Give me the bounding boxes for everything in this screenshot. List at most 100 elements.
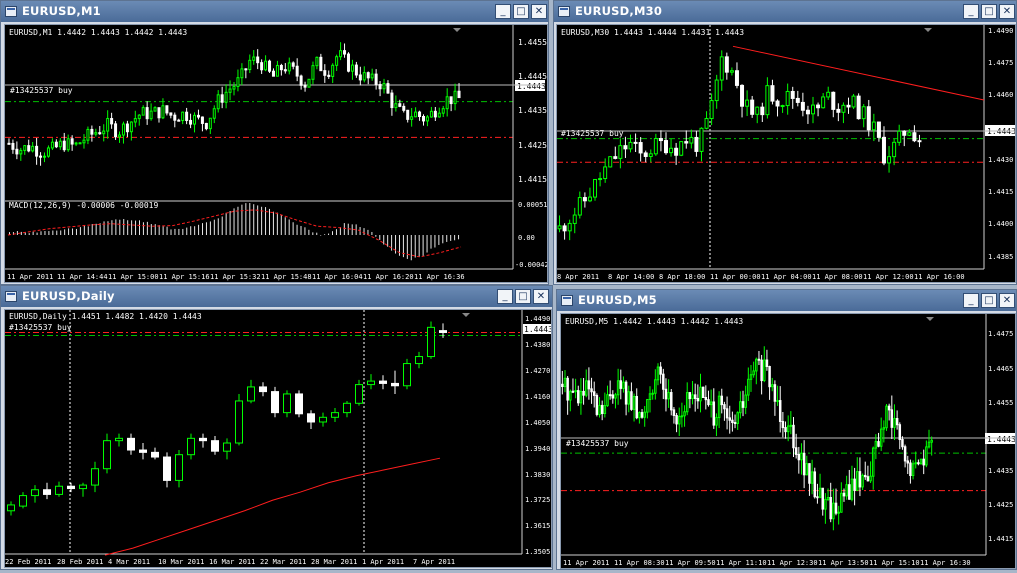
candle-body bbox=[327, 74, 331, 77]
chart-window-eurusd-m1[interactable]: EURUSD,M1 _ □ ✕ EURUSD,M1 1.4442 1.4443 … bbox=[0, 0, 549, 285]
chart-window-eurusd-daily[interactable]: EURUSD,Daily _ □ ✕ EURUSD,Daily 1.4451 1… bbox=[0, 285, 553, 570]
chart-area[interactable]: EURUSD,Daily 1.4451 1.4482 1.4420 1.4443… bbox=[4, 309, 553, 568]
time-axis-label: 8 Apr 2011 bbox=[557, 273, 599, 281]
chart-shift-marker bbox=[453, 28, 461, 32]
candle-body bbox=[653, 138, 658, 155]
maximize-button[interactable]: □ bbox=[513, 4, 529, 19]
close-button[interactable]: ✕ bbox=[999, 293, 1015, 308]
candle-body bbox=[750, 99, 755, 115]
candle-body bbox=[848, 484, 851, 500]
chart-window-icon bbox=[5, 6, 17, 17]
candle-body bbox=[907, 132, 912, 136]
candle-body bbox=[366, 72, 370, 79]
price-chart-svg[interactable]: EURUSD,M5 1.4442 1.4443 1.4442 1.4443 #1… bbox=[561, 314, 1016, 568]
chart-window-icon bbox=[558, 6, 570, 17]
candle-body bbox=[677, 415, 681, 425]
candle-body bbox=[776, 400, 779, 403]
chart-window-eurusd-m5[interactable]: EURUSD,M5 _ □ ✕ EURUSD,M5 1.4442 1.4443 … bbox=[556, 289, 1017, 570]
candle-body bbox=[121, 123, 125, 136]
candle-body bbox=[778, 400, 782, 422]
time-axis-label: 11 Apr 16:30 bbox=[920, 559, 971, 567]
candle-body bbox=[54, 141, 58, 148]
candle-body bbox=[914, 462, 917, 465]
candle-body bbox=[175, 454, 183, 481]
candle-body bbox=[736, 412, 739, 424]
candle-body bbox=[877, 441, 880, 447]
time-axis-label: 7 Apr 2011 bbox=[413, 558, 455, 566]
candle-body bbox=[319, 416, 327, 423]
chart-area[interactable]: EURUSD,M1 1.4442 1.4443 1.4442 1.4443 #1… bbox=[4, 24, 549, 283]
minimize-button[interactable]: _ bbox=[963, 4, 979, 19]
close-button[interactable]: ✕ bbox=[531, 4, 547, 19]
candle-body bbox=[157, 107, 161, 119]
candle-body bbox=[562, 225, 567, 232]
price-axis-label: 1.4380 bbox=[525, 341, 550, 349]
candle-body bbox=[781, 420, 785, 429]
chart-window-eurusd-m30[interactable]: EURUSD,M30 _ □ ✕ EURUSD,M30 1.4443 1.444… bbox=[553, 0, 1017, 285]
candle-body bbox=[879, 428, 883, 447]
candle-body bbox=[577, 390, 580, 404]
candle-body bbox=[453, 90, 457, 105]
candle-body bbox=[90, 128, 94, 135]
price-axis-label: 1.4490 bbox=[988, 27, 1013, 35]
minimize-button[interactable]: _ bbox=[497, 289, 513, 304]
close-button[interactable]: ✕ bbox=[999, 4, 1015, 19]
candle-body bbox=[593, 178, 598, 198]
candle-body bbox=[403, 363, 411, 387]
candle-body bbox=[930, 439, 933, 443]
order-label: #13425537 buy bbox=[561, 129, 624, 138]
candle-body bbox=[27, 145, 31, 152]
candle-body bbox=[378, 84, 382, 90]
candle-body bbox=[628, 141, 633, 150]
candle-body bbox=[82, 139, 86, 144]
order-label: #13425537 buy bbox=[566, 439, 629, 448]
window-titlebar[interactable]: EURUSD,M1 _ □ ✕ bbox=[1, 1, 548, 22]
candle-body bbox=[425, 116, 429, 122]
chart-shift-marker bbox=[462, 313, 470, 317]
minimize-button[interactable]: _ bbox=[963, 293, 979, 308]
price-axis-label: 1.4385 bbox=[988, 253, 1013, 261]
candle-body bbox=[579, 390, 583, 404]
candle-body bbox=[149, 110, 153, 120]
candle-body bbox=[623, 145, 628, 150]
time-axis-label: 11 Apr 2011 bbox=[563, 559, 609, 567]
candle-body bbox=[646, 398, 649, 413]
candle-body bbox=[98, 132, 102, 135]
window-titlebar[interactable]: EURUSD,M30 _ □ ✕ bbox=[554, 1, 1016, 22]
close-button[interactable]: ✕ bbox=[533, 289, 549, 304]
candle-body bbox=[871, 447, 875, 477]
minimize-button[interactable]: _ bbox=[495, 4, 511, 19]
maximize-button[interactable]: □ bbox=[515, 289, 531, 304]
price-axis-label: 1.4460 bbox=[988, 91, 1013, 99]
candle-body bbox=[745, 99, 750, 107]
time-axis-label: 4 Mar 2011 bbox=[108, 558, 150, 566]
time-axis-label: 11 Apr 15:10 bbox=[869, 559, 920, 567]
candle-body bbox=[561, 383, 564, 388]
candle-body bbox=[780, 105, 785, 108]
window-titlebar[interactable]: EURUSD,M5 _ □ ✕ bbox=[557, 290, 1016, 311]
candle-body bbox=[608, 156, 613, 168]
chart-area[interactable]: EURUSD,M30 1.4443 1.4444 1.4431 1.4443 #… bbox=[556, 24, 1016, 283]
candle-body bbox=[667, 392, 670, 400]
candle-body bbox=[717, 395, 721, 419]
maximize-button[interactable]: □ bbox=[981, 4, 997, 19]
candle-body bbox=[196, 114, 200, 118]
price-axis-label: 1.4435 bbox=[518, 106, 547, 115]
maximize-button[interactable]: □ bbox=[981, 293, 997, 308]
candle-body bbox=[699, 127, 704, 152]
candle-body bbox=[19, 495, 27, 507]
candle-body bbox=[70, 138, 74, 145]
candle-body bbox=[252, 56, 256, 61]
price-chart-svg[interactable]: EURUSD,M1 1.4442 1.4443 1.4442 1.4443 #1… bbox=[5, 25, 549, 282]
candle-body bbox=[757, 358, 761, 361]
candle-body bbox=[863, 474, 867, 478]
candle-body bbox=[773, 384, 777, 402]
chart-area[interactable]: EURUSD,M5 1.4442 1.4443 1.4442 1.4443 #1… bbox=[560, 313, 1016, 569]
window-titlebar[interactable]: EURUSD,Daily _ □ ✕ bbox=[1, 286, 552, 307]
candle-body bbox=[232, 85, 236, 90]
candle-body bbox=[895, 418, 899, 426]
candle-body bbox=[394, 103, 398, 109]
price-chart-svg[interactable]: EURUSD,M30 1.4443 1.4444 1.4431 1.4443 #… bbox=[557, 25, 1016, 282]
candle-body bbox=[299, 75, 303, 86]
price-chart-svg[interactable]: EURUSD,Daily 1.4451 1.4482 1.4420 1.4443… bbox=[5, 310, 553, 567]
